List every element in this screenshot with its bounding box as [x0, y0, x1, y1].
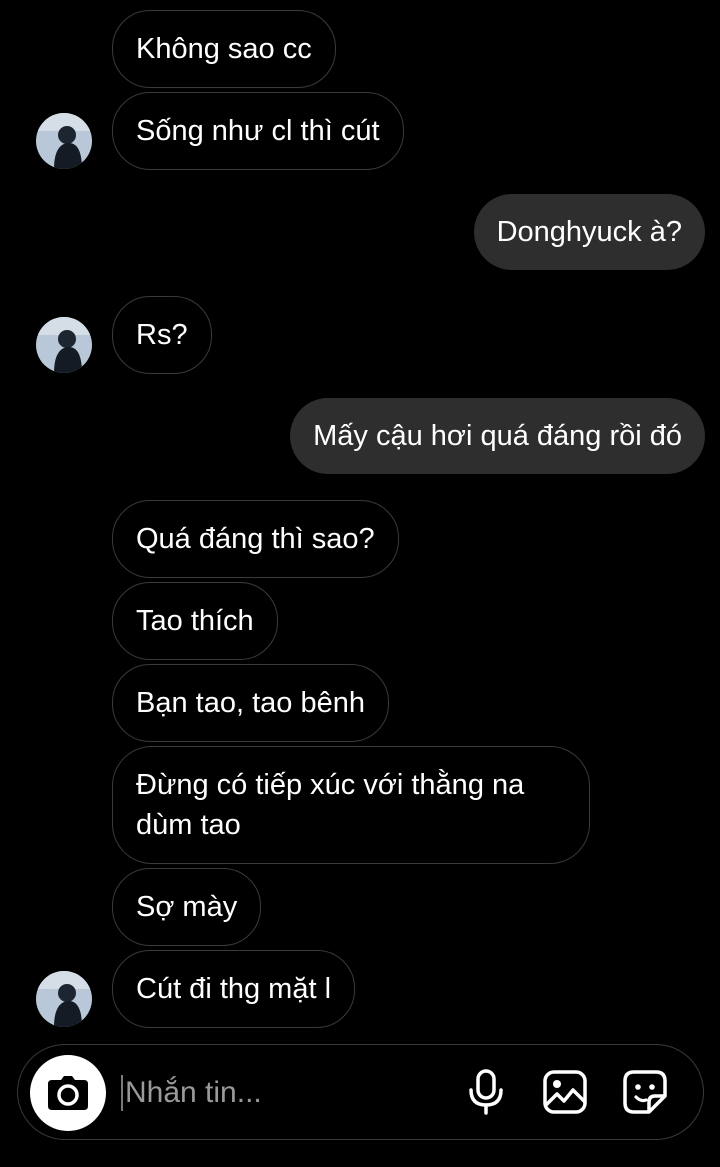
- message-text: Không sao cc: [136, 33, 312, 65]
- message-text: Sống như cl thì cút: [136, 115, 380, 147]
- avatar[interactable]: [36, 971, 92, 1027]
- message-bubble-incoming[interactable]: Đừng có tiếp xúc với thằng na dùm tao: [112, 746, 590, 864]
- message-bubble-incoming[interactable]: Không sao cc: [112, 10, 336, 88]
- message-bubble-incoming[interactable]: Cút đi thg mặt l: [112, 950, 356, 1028]
- avatar[interactable]: [36, 113, 92, 169]
- message-text: Cút đi thg mặt l: [136, 973, 332, 1005]
- message-text: Sợ mày: [136, 891, 238, 923]
- microphone-icon: [469, 1069, 503, 1115]
- microphone-button[interactable]: [461, 1067, 511, 1117]
- message-text: Donghyuck à?: [496, 216, 682, 248]
- message-text: Tao thích: [136, 605, 254, 637]
- gallery-icon: [543, 1070, 587, 1114]
- camera-button[interactable]: [30, 1055, 106, 1131]
- message-text: Đừng có tiếp xúc với thằng na dùm tao: [136, 769, 525, 841]
- sticker-button[interactable]: [620, 1067, 670, 1117]
- camera-icon: [48, 1076, 88, 1110]
- message-input-placeholder: Nhắn tin...: [125, 1076, 262, 1109]
- text-cursor: [121, 1075, 123, 1111]
- message-bubble-incoming[interactable]: Tao thích: [112, 582, 278, 660]
- message-bubble-outgoing[interactable]: Mấy cậu hơi quá đáng rồi đó: [290, 398, 705, 474]
- message-text: Mấy cậu hơi quá đáng rồi đó: [313, 420, 682, 452]
- message-composer: Nhắn tin...: [17, 1044, 704, 1140]
- avatar-image: [36, 317, 92, 373]
- message-bubble-incoming[interactable]: Rs?: [112, 296, 212, 374]
- message-bubble-incoming[interactable]: Sợ mày: [112, 868, 262, 946]
- message-input[interactable]: Nhắn tin...: [121, 1067, 451, 1119]
- message-text: Rs?: [136, 319, 188, 351]
- message-text: Bạn tao, tao bênh: [136, 687, 365, 719]
- message-bubble-incoming[interactable]: Bạn tao, tao bênh: [112, 664, 389, 742]
- avatar-image: [36, 971, 92, 1027]
- message-text: Quá đáng thì sao?: [136, 523, 375, 555]
- message-bubble-outgoing[interactable]: Donghyuck à?: [473, 194, 705, 270]
- gallery-button[interactable]: [540, 1067, 590, 1117]
- sticker-icon: [623, 1070, 667, 1114]
- avatar[interactable]: [36, 317, 92, 373]
- message-bubble-incoming[interactable]: Sống như cl thì cút: [112, 92, 404, 170]
- message-bubble-incoming[interactable]: Quá đáng thì sao?: [112, 500, 399, 578]
- avatar-image: [36, 113, 92, 169]
